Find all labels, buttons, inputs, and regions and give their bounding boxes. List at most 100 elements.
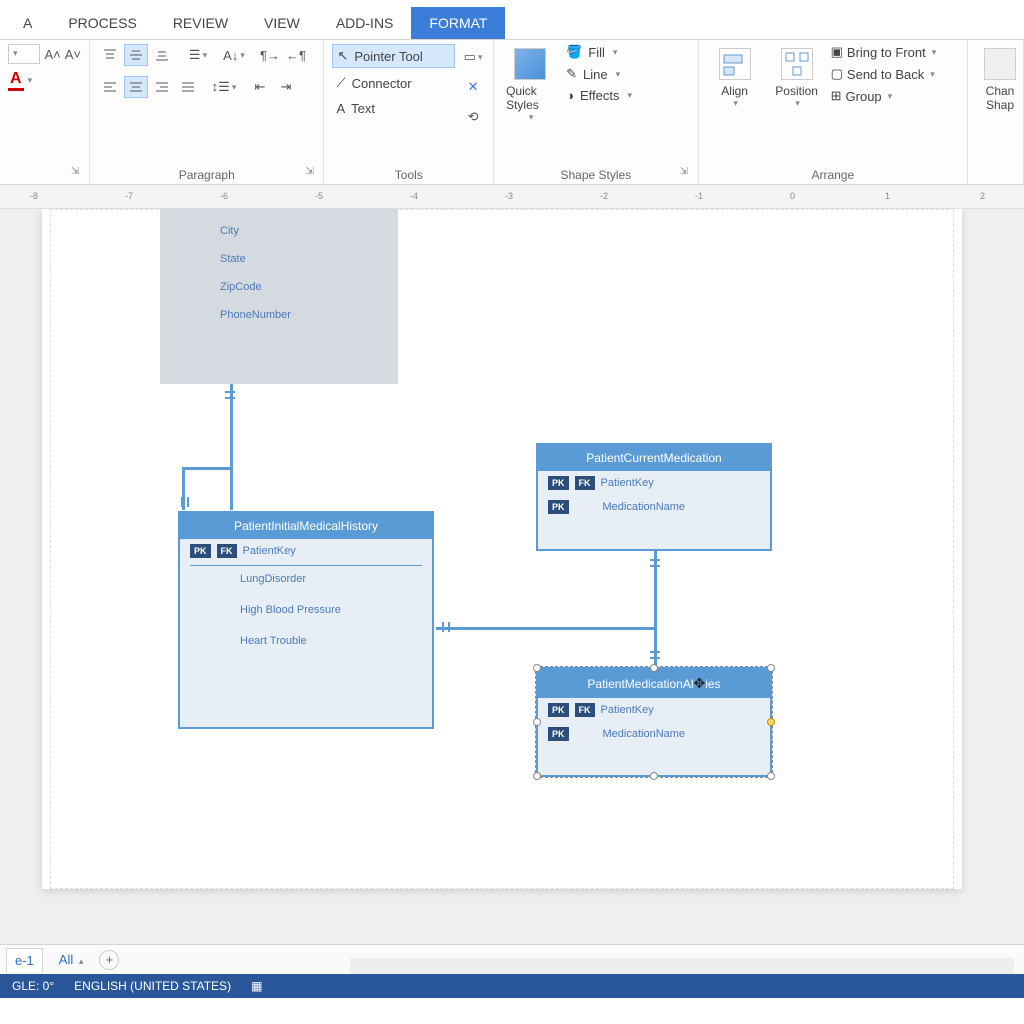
selection-handle[interactable] [533, 718, 541, 726]
selection-handle[interactable] [767, 664, 775, 672]
fill-button[interactable]: 🪣Fill▾ [566, 44, 632, 60]
align-top-button[interactable] [98, 44, 122, 66]
entity2-field-0: PatientKey [601, 477, 654, 489]
entity1-field-2: Heart Trouble [240, 635, 307, 647]
ltr-button[interactable]: ¶→ [258, 44, 282, 66]
align-middle-button[interactable] [124, 44, 148, 66]
page: City State ZipCode PhoneNumber PatientIn… [42, 209, 962, 889]
entity-patient-current-medication[interactable]: PatientCurrentMedication PK FK PatientKe… [536, 443, 772, 551]
shape-styles-group: Quick Styles ▾ 🪣Fill▾ ✎Line▾ ◑Effects▾ S… [494, 40, 699, 184]
align-right-button[interactable] [150, 76, 174, 98]
entity-patient-top[interactable]: City State ZipCode PhoneNumber [160, 209, 398, 384]
align-left-button[interactable] [98, 76, 122, 98]
entity1-title: PatientInitialMedicalHistory [180, 513, 432, 539]
fk-badge: FK [575, 476, 595, 490]
drawing-canvas[interactable]: City State ZipCode PhoneNumber PatientIn… [0, 209, 1024, 944]
pk-badge: PK [548, 476, 569, 490]
align-icon [719, 48, 751, 80]
tab-view[interactable]: VIEW [246, 7, 318, 39]
rectangle-tool-button[interactable]: ▭▾ [461, 46, 485, 68]
tab-format[interactable]: FORMAT [411, 7, 505, 39]
shrink-font-button[interactable]: A˅ [65, 47, 81, 62]
selection-handle[interactable] [767, 772, 775, 780]
grow-font-button[interactable]: A˄ [44, 47, 60, 62]
status-angle: GLE: 0° [12, 979, 54, 993]
align-justify-button[interactable] [176, 76, 200, 98]
align-center-button[interactable] [124, 76, 148, 98]
shape-styles-group-label: Shape Styles [494, 168, 698, 182]
pk-badge: PK [548, 727, 569, 741]
entity2-title: PatientCurrentMedication [538, 445, 770, 471]
connector-3[interactable] [654, 551, 657, 666]
selection-handle[interactable] [533, 664, 541, 672]
align-bottom-button[interactable] [150, 44, 174, 66]
tab-review[interactable]: REVIEW [155, 7, 246, 39]
change-shape-button[interactable]: Chan Shap [976, 44, 1024, 116]
effects-button[interactable]: ◑Effects▾ [566, 88, 632, 103]
quick-styles-icon [514, 48, 546, 80]
selection-handle-yellow[interactable] [767, 718, 775, 726]
font-group: ▾ A˄ A˅ A▾ ⇲ [0, 40, 90, 184]
horizontal-scrollbar[interactable] [350, 958, 1014, 974]
entity-patient-initial-medical-history[interactable]: PatientInitialMedicalHistory PK FK Patie… [178, 511, 434, 729]
send-to-back-button[interactable]: ▢Send to Back▾ [831, 66, 937, 82]
entity1-key-field: PatientKey [243, 545, 296, 557]
entity1-field-0: LungDisorder [240, 573, 306, 585]
field-phonenumber: PhoneNumber [160, 301, 398, 329]
page-tab-all[interactable]: All ▴ [51, 948, 92, 971]
decrease-indent-button[interactable]: ⇤ [248, 76, 272, 98]
group-icon: ⊞ [831, 88, 842, 104]
position-icon [781, 48, 813, 80]
bullets-button[interactable]: ☰▾ [186, 44, 210, 66]
change-shape-icon [984, 48, 1016, 80]
ribbon: ▾ A˄ A˅ A▾ ⇲ ☰▾ A↓▾ ¶→ ←¶ [0, 40, 1024, 185]
tab-addins[interactable]: ADD-INS [318, 7, 412, 39]
text-tool-button[interactable]: A Text [332, 98, 455, 119]
position-button[interactable]: Position▾ [769, 44, 825, 113]
entity3-field-1: MedicationName [603, 728, 686, 740]
connector-tool-button[interactable]: ⟋ Connector [332, 72, 455, 94]
pk-badge: PK [548, 500, 569, 514]
cursor-icon: ↖ [337, 48, 348, 64]
font-dialog-launcher[interactable]: ⇲ [71, 166, 85, 180]
tab-a[interactable]: A [5, 7, 50, 39]
pk-badge: PK [548, 703, 569, 717]
line-spacing-button[interactable]: ↕☰▾ [212, 76, 236, 98]
x-tool-button[interactable]: ✕ [461, 76, 485, 98]
group-button[interactable]: ⊞Group▾ [831, 88, 937, 104]
field-city: City [160, 217, 398, 245]
align-button[interactable]: Align▾ [707, 44, 763, 113]
selection-handle[interactable] [533, 772, 541, 780]
status-macros-icon[interactable]: ▦ [251, 979, 262, 993]
quick-styles-button[interactable]: Quick Styles ▾ [502, 44, 558, 127]
ribbon-tabs: A PROCESS REVIEW VIEW ADD-INS FORMAT [0, 0, 1024, 40]
bring-to-front-button[interactable]: ▣Bring to Front▾ [831, 44, 937, 60]
rotate-tool-button[interactable]: ⟲ [461, 106, 485, 128]
connector-1[interactable] [230, 384, 233, 510]
field-state: State [160, 245, 398, 273]
entity-patient-medication-allergies[interactable]: PatientMedicationAl✥ies PK FK PatientKey… [536, 667, 772, 777]
font-color-button[interactable]: A▾ [8, 70, 81, 91]
connector-2[interactable] [436, 627, 656, 630]
paragraph-dialog-launcher[interactable]: ⇲ [305, 166, 319, 180]
bucket-icon: 🪣 [566, 44, 582, 60]
selection-handle[interactable] [650, 664, 658, 672]
page-tab-1[interactable]: e-1 [6, 948, 43, 972]
increase-indent-button[interactable]: ⇥ [274, 76, 298, 98]
selection-handle[interactable] [650, 772, 658, 780]
line-button[interactable]: ✎Line▾ [566, 66, 632, 82]
add-page-button[interactable]: + [99, 950, 119, 970]
pointer-tool-button[interactable]: ↖ Pointer Tool [332, 44, 455, 68]
fk-badge: FK [575, 703, 595, 717]
font-size-select[interactable]: ▾ [8, 44, 40, 64]
move-cursor-icon: ✥ [693, 675, 705, 692]
status-language[interactable]: ENGLISH (UNITED STATES) [74, 979, 231, 993]
arrange-group-label: Arrange [699, 168, 967, 182]
horizontal-ruler: -8 -7 -6 -5 -4 -3 -2 -1 0 1 2 [0, 185, 1024, 209]
text-direction-button[interactable]: A↓▾ [222, 44, 246, 66]
tab-process[interactable]: PROCESS [50, 7, 154, 39]
shape-styles-dialog-launcher[interactable]: ⇲ [680, 166, 694, 180]
change-shape-group: Chan Shap [968, 40, 1024, 184]
rtl-button[interactable]: ←¶ [284, 44, 308, 66]
field-zipcode: ZipCode [160, 273, 398, 301]
